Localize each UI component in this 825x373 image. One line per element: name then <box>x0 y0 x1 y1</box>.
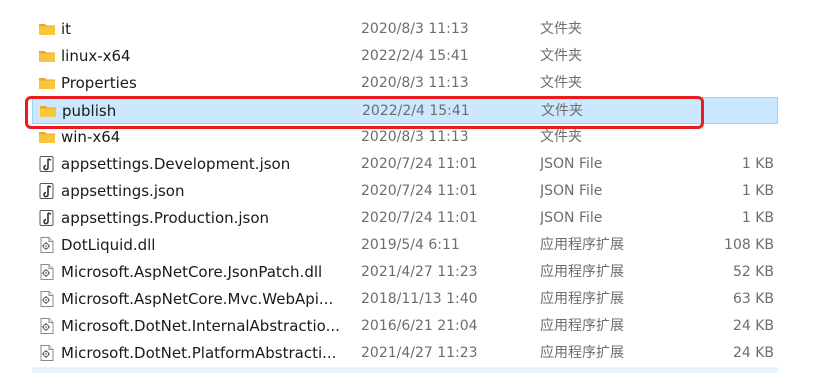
file-type: 文件夹 <box>540 75 582 91</box>
file-row-10[interactable]: Microsoft.AspNetCore.Mvc.WebApi... 2018/1… <box>32 286 778 313</box>
file-name: Microsoft.AspNetCore.JsonPatch.dll <box>61 263 323 281</box>
file-name: Microsoft.DotNet.InternalAbstractio... <box>61 317 340 335</box>
dll-file-icon <box>38 263 56 281</box>
json-file-icon <box>38 155 56 173</box>
file-type: 应用程序扩展 <box>540 264 624 280</box>
file-row-8[interactable]: DotLiquid.dll 2019/5/4 6:11 应用程序扩展 108 KB <box>32 232 778 259</box>
file-row-7[interactable]: appsettings.Production.json 2020/7/24 11:… <box>32 205 778 232</box>
file-name: appsettings.Development.json <box>61 155 291 173</box>
file-type: 文件夹 <box>540 129 582 145</box>
file-modified-date: 2022/2/4 15:41 <box>361 48 469 64</box>
file-name: win-x64 <box>61 128 121 146</box>
file-type: 应用程序扩展 <box>540 318 624 334</box>
file-size: 24 KB <box>732 318 774 334</box>
file-size: 1 KB <box>741 210 774 226</box>
file-name: linux-x64 <box>61 47 131 65</box>
file-modified-date: 2021/4/27 11:23 <box>361 264 478 280</box>
file-name: publish <box>62 102 117 120</box>
file-size <box>662 16 774 43</box>
folder-icon <box>38 47 56 65</box>
folder-icon <box>38 128 56 146</box>
dll-file-icon <box>38 344 56 362</box>
file-size <box>662 124 774 151</box>
file-modified-date: 2022/2/4 15:41 <box>362 103 470 119</box>
dll-file-icon <box>38 290 56 308</box>
file-size <box>663 98 775 125</box>
file-size: 108 KB <box>724 237 774 253</box>
file-type: 应用程序扩展 <box>540 291 624 307</box>
file-name: Microsoft.AspNetCore.Mvc.WebApi... <box>61 290 334 308</box>
file-type: 文件夹 <box>541 103 583 119</box>
file-name: appsettings.Production.json <box>61 209 270 227</box>
file-type: JSON File <box>540 183 603 199</box>
file-row-3[interactable]: publish 2022/2/4 15:41 文件夹 <box>32 97 778 124</box>
file-size: 63 KB <box>732 291 774 307</box>
folder-icon <box>39 102 57 120</box>
folder-icon <box>38 74 56 92</box>
file-type: 应用程序扩展 <box>540 345 624 361</box>
file-name: it <box>61 20 72 38</box>
file-size: 1 KB <box>741 183 774 199</box>
file-size <box>662 43 774 70</box>
file-type: JSON File <box>540 156 603 172</box>
file-size <box>662 70 774 97</box>
file-type: 文件夹 <box>540 48 582 64</box>
file-type: 文件夹 <box>540 21 582 37</box>
file-row-0[interactable]: it 2020/8/3 11:13 文件夹 <box>32 16 778 43</box>
file-size: 52 KB <box>732 264 774 280</box>
dll-file-icon <box>38 317 56 335</box>
file-name: Microsoft.DotNet.PlatformAbstracti... <box>61 344 337 362</box>
json-file-icon <box>38 209 56 227</box>
file-row-1[interactable]: linux-x64 2022/2/4 15:41 文件夹 <box>32 43 778 70</box>
file-size: 24 KB <box>732 345 774 361</box>
file-modified-date: 2018/11/13 1:40 <box>361 291 478 307</box>
file-modified-date: 2020/8/3 11:13 <box>361 129 469 145</box>
file-modified-date: 2020/8/3 11:13 <box>361 21 469 37</box>
file-name: DotLiquid.dll <box>61 236 156 254</box>
file-row-4[interactable]: win-x64 2020/8/3 11:13 文件夹 <box>32 124 778 151</box>
file-list: it 2020/8/3 11:13 文件夹 linux-x64 2022/2/4 15:… <box>0 0 825 373</box>
folder-icon <box>38 20 56 38</box>
file-modified-date: 2020/7/24 11:01 <box>361 183 478 199</box>
file-type: JSON File <box>540 210 603 226</box>
file-size: 1 KB <box>741 156 774 172</box>
file-row-partial[interactable] <box>32 367 778 373</box>
file-name: Properties <box>61 74 137 92</box>
file-type: 应用程序扩展 <box>540 237 624 253</box>
file-name: appsettings.json <box>61 182 185 200</box>
file-modified-date: 2020/8/3 11:13 <box>361 75 469 91</box>
file-row-5[interactable]: appsettings.Development.json 2020/7/24 11… <box>32 151 778 178</box>
file-row-2[interactable]: Properties 2020/8/3 11:13 文件夹 <box>32 70 778 97</box>
file-modified-date: 2016/6/21 21:04 <box>361 318 478 334</box>
file-row-9[interactable]: Microsoft.AspNetCore.JsonPatch.dll 2021/4… <box>32 259 778 286</box>
json-file-icon <box>38 182 56 200</box>
file-modified-date: 2019/5/4 6:11 <box>361 237 460 253</box>
file-row-12[interactable]: Microsoft.DotNet.PlatformAbstracti... 202… <box>32 340 778 367</box>
file-modified-date: 2021/4/27 11:23 <box>361 345 478 361</box>
dll-file-icon <box>38 236 56 254</box>
file-modified-date: 2020/7/24 11:01 <box>361 210 478 226</box>
file-modified-date: 2020/7/24 11:01 <box>361 156 478 172</box>
file-row-6[interactable]: appsettings.json 2020/7/24 11:01 JSON File… <box>32 178 778 205</box>
file-row-11[interactable]: Microsoft.DotNet.InternalAbstractio... 20… <box>32 313 778 340</box>
